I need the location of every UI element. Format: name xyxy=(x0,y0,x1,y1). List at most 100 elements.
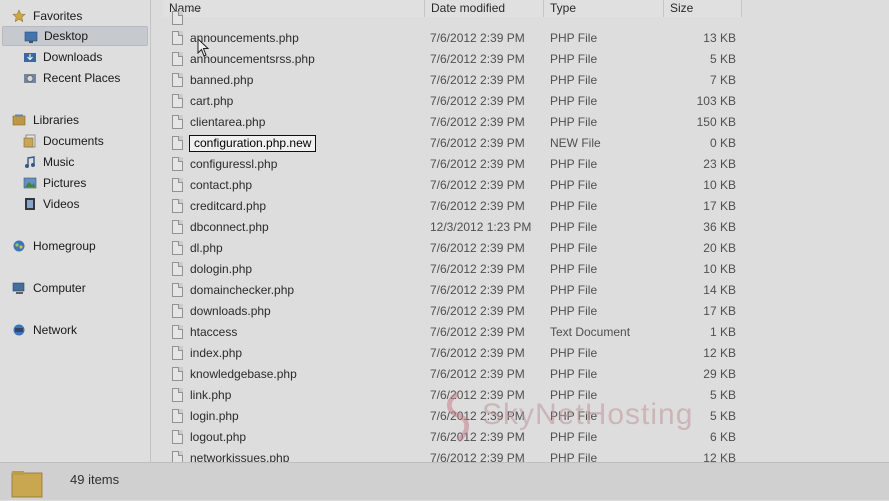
network-icon xyxy=(13,324,25,336)
file-name: downloads.php xyxy=(190,304,271,318)
nav-pictures-label: Pictures xyxy=(43,176,87,190)
file-list: Name Date modified Type Size ... announc… xyxy=(151,0,889,462)
file-name: domainchecker.php xyxy=(190,283,295,297)
nav-homegroup[interactable]: Homegroup xyxy=(2,236,148,256)
file-size: 12 KB xyxy=(703,451,736,462)
file-date: 7/6/2012 2:39 PM xyxy=(430,31,525,45)
table-row[interactable]: ... xyxy=(151,0,889,29)
table-row[interactable]: configuration.php.new 7/6/2012 2:39 PM NEW… xyxy=(151,133,889,154)
file-type: NEW File xyxy=(550,136,601,150)
nav-videos-label: Videos xyxy=(43,197,80,211)
videos-icon xyxy=(25,198,35,210)
file-name: configuressl.php xyxy=(190,157,278,171)
nav-computer-label: Computer xyxy=(33,281,86,295)
php-file-icon xyxy=(172,31,183,45)
table-row[interactable]: index.php 7/6/2012 2:39 PM PHP File 12 KB xyxy=(151,343,889,364)
table-row[interactable]: cart.php 7/6/2012 2:39 PM PHP File 103 KB xyxy=(151,91,889,112)
navigation-pane: Favorites Desktop Downloads Recent Place… xyxy=(0,0,151,462)
file-date: 7/6/2012 2:39 PM xyxy=(430,451,525,462)
file-name: contact.php xyxy=(190,178,253,192)
table-row[interactable]: configuressl.php 7/6/2012 2:39 PM PHP File… xyxy=(151,154,889,175)
file-name: logout.php xyxy=(190,430,247,444)
nav-libraries-label: Libraries xyxy=(33,113,80,127)
file-name: clientarea.php xyxy=(190,115,266,129)
file-type: PHP File xyxy=(550,451,598,462)
file-date: 7/6/2012 2:39 PM xyxy=(430,115,525,129)
homegroup-icon xyxy=(13,240,25,252)
file-type: PHP File xyxy=(550,241,598,255)
file-size: 17 KB xyxy=(703,199,736,213)
file-size: 5 KB xyxy=(709,52,736,66)
table-row[interactable]: knowledgebase.php 7/6/2012 2:39 PM PHP Fil… xyxy=(151,364,889,385)
folder-icon xyxy=(11,471,43,498)
star-icon xyxy=(12,9,26,23)
file-name: login.php xyxy=(190,409,239,423)
file-size: 10 KB xyxy=(703,262,736,276)
nav-documents[interactable]: Documents xyxy=(2,131,148,151)
file-date: 7/6/2012 2:39 PM xyxy=(430,199,525,213)
file-size: 17 KB xyxy=(703,304,736,318)
desktop-icon xyxy=(24,31,38,43)
watermark-text: SkyNetHosting xyxy=(482,398,694,431)
table-row[interactable]: dologin.php 7/6/2012 2:39 PM PHP File 10 KB xyxy=(151,259,889,280)
php-file-icon xyxy=(172,157,183,171)
file-date: 7/6/2012 2:39 PM xyxy=(430,178,525,192)
file-type: PHP File xyxy=(550,262,598,276)
file-type: PHP File xyxy=(550,178,598,192)
php-file-icon xyxy=(172,52,183,66)
table-row[interactable]: dl.php 7/6/2012 2:39 PM PHP File 20 KB xyxy=(151,238,889,259)
php-file-icon xyxy=(172,94,183,108)
file-type: PHP File xyxy=(550,283,598,297)
table-row[interactable]: announcements.php 7/6/2012 2:39 PM PHP Fil… xyxy=(151,28,889,49)
nav-downloads[interactable]: Downloads xyxy=(2,47,148,67)
libraries-icon xyxy=(12,114,26,126)
file-name: link.php xyxy=(190,388,232,402)
php-file-icon xyxy=(172,199,183,213)
file-name: banned.php xyxy=(190,73,254,87)
file-name: cart.php xyxy=(190,94,234,108)
file-type: PHP File xyxy=(550,73,598,87)
table-row[interactable]: announcementsrss.php 7/6/2012 2:39 PM PHP … xyxy=(151,49,889,70)
file-type: PHP File xyxy=(550,199,598,213)
table-row[interactable]: dbconnect.php 12/3/2012 1:23 PM PHP File 36… xyxy=(151,217,889,238)
table-row[interactable]: contact.php 7/6/2012 2:39 PM PHP File 10 KB xyxy=(151,175,889,196)
file-size: 1 KB xyxy=(709,325,736,339)
nav-recent-places[interactable]: Recent Places xyxy=(2,68,148,88)
table-row[interactable]: networkissues.php 7/6/2012 2:39 PM PHP Fil… xyxy=(151,448,889,462)
nav-computer[interactable]: Computer xyxy=(2,278,148,298)
table-row[interactable]: creditcard.php 7/6/2012 2:39 PM PHP File 17… xyxy=(151,196,889,217)
rename-input[interactable]: configuration.php.new xyxy=(189,135,317,152)
nav-favorites[interactable]: Favorites xyxy=(2,6,148,26)
php-file-icon xyxy=(172,451,183,462)
php-file-icon xyxy=(172,262,183,276)
file-name: creditcard.php xyxy=(190,199,267,213)
nav-pictures[interactable]: Pictures xyxy=(2,173,148,193)
table-row[interactable]: domainchecker.php 7/6/2012 2:39 PM PHP Fil… xyxy=(151,280,889,301)
table-row[interactable]: banned.php 7/6/2012 2:39 PM PHP File 7 KB xyxy=(151,70,889,91)
file-date: 7/6/2012 2:39 PM xyxy=(430,241,525,255)
nav-music[interactable]: Music xyxy=(2,152,148,172)
recent-places-icon xyxy=(24,74,36,83)
table-row[interactable]: htaccess 7/6/2012 2:39 PM Text Document 1 K… xyxy=(151,322,889,343)
file-type: Text Document xyxy=(550,325,631,339)
php-file-icon xyxy=(172,409,183,423)
file-size: 29 KB xyxy=(703,367,736,381)
watermark: SkyNetHosting xyxy=(438,388,758,446)
nav-recent-places-label: Recent Places xyxy=(43,71,121,85)
mouse-cursor-icon xyxy=(197,38,210,57)
file-date: 7/6/2012 2:39 PM xyxy=(430,262,525,276)
php-file-icon xyxy=(172,220,183,234)
file-date: 7/6/2012 2:39 PM xyxy=(430,52,525,66)
table-row[interactable]: clientarea.php 7/6/2012 2:39 PM PHP File 15… xyxy=(151,112,889,133)
nav-network[interactable]: Network xyxy=(2,320,148,340)
nav-music-label: Music xyxy=(43,155,75,169)
file-date: 7/6/2012 2:39 PM xyxy=(430,283,525,297)
nav-libraries[interactable]: Libraries xyxy=(2,110,148,130)
php-file-icon xyxy=(172,73,183,87)
table-row[interactable]: downloads.php 7/6/2012 2:39 PM PHP File 17 … xyxy=(151,301,889,322)
nav-videos[interactable]: Videos xyxy=(2,194,148,214)
pictures-icon xyxy=(23,177,37,189)
nav-desktop[interactable]: Desktop xyxy=(2,26,148,46)
file-date: 12/3/2012 1:23 PM xyxy=(430,220,532,234)
file-size: 12 KB xyxy=(703,346,736,360)
